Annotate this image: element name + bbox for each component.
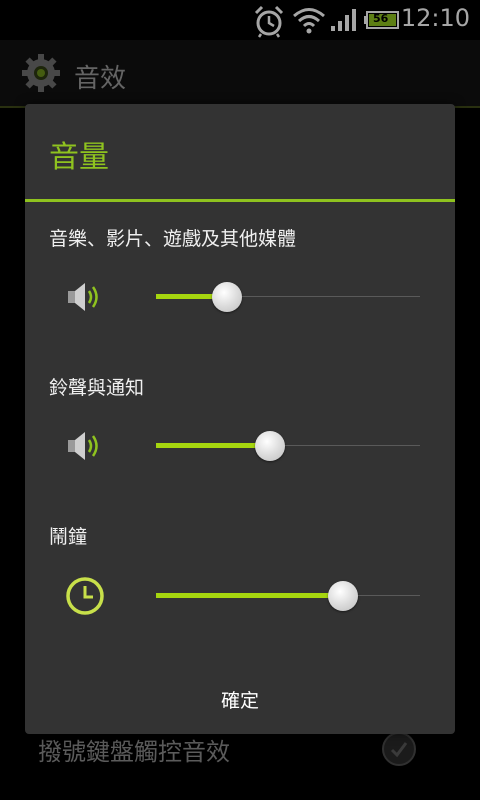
- clock-icon: [66, 577, 104, 615]
- alarm-volume-slider[interactable]: [156, 576, 420, 616]
- volume-dialog: 音量 音樂、影片、遊戲及其他媒體 鈴聲與通知 鬧鐘 確定: [25, 104, 455, 734]
- speaker-icon: [68, 283, 98, 311]
- dialog-title-divider: [25, 199, 455, 202]
- slider-fill: [156, 443, 270, 448]
- slider-thumb[interactable]: [212, 282, 243, 312]
- media-volume-label: 音樂、影片、遊戲及其他媒體: [49, 228, 297, 250]
- slider-fill: [156, 593, 344, 598]
- slider-thumb[interactable]: [328, 581, 359, 611]
- ok-button[interactable]: 確定: [25, 664, 455, 734]
- speaker-icon: [68, 432, 98, 460]
- ringer-volume-label: 鈴聲與通知: [49, 377, 145, 399]
- slider-thumb[interactable]: [254, 431, 285, 461]
- dialog-title: 音量: [49, 140, 109, 175]
- alarm-volume-label: 鬧鐘: [49, 526, 88, 548]
- ringer-volume-slider[interactable]: [156, 426, 420, 466]
- media-volume-slider[interactable]: [156, 277, 420, 317]
